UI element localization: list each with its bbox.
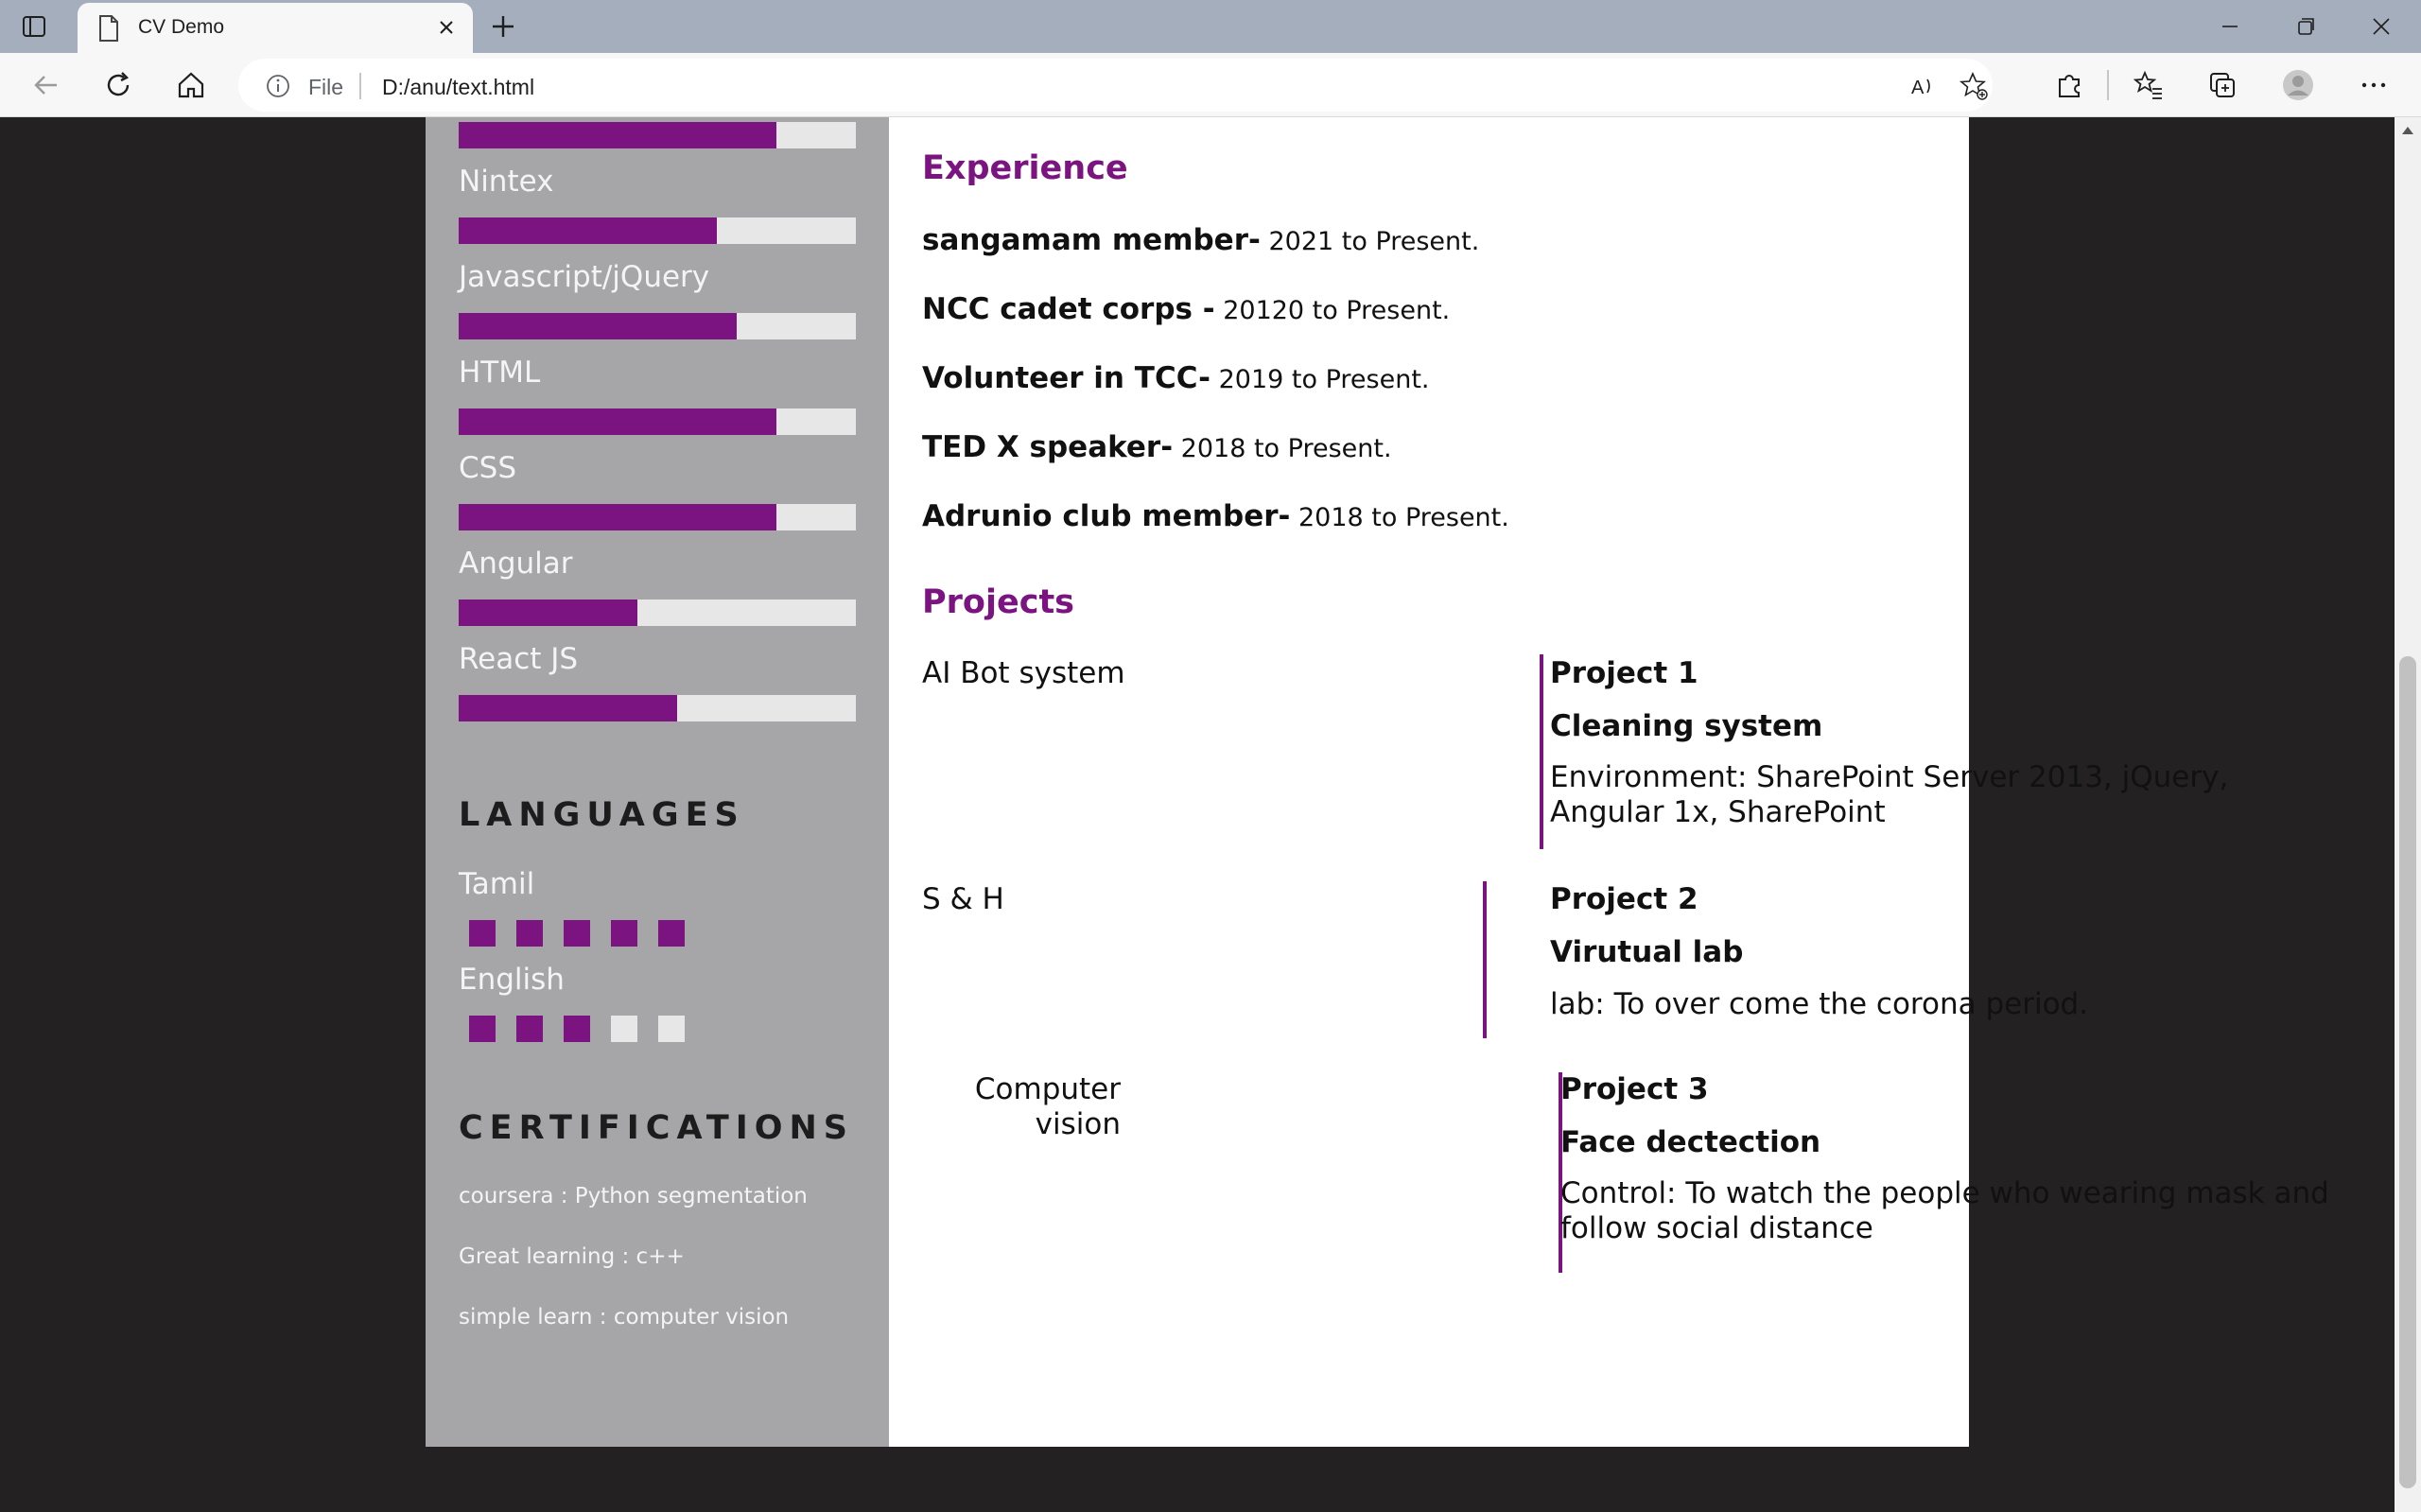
extensions-icon[interactable] <box>2052 68 2086 102</box>
skill-label: Angular <box>459 547 573 581</box>
skill-label: Nintex <box>459 165 554 199</box>
cv-sidebar: Nintex Javascript/jQuery HTML CSS Angula… <box>426 117 889 1447</box>
certification-item: simple learn : computer vision <box>459 1305 790 1330</box>
experience-role: Volunteer in TCC- <box>922 361 1211 395</box>
rating-square <box>611 920 637 947</box>
skill-bar <box>459 504 856 530</box>
project-name: AI Bot system <box>922 656 1125 690</box>
skill-label: Javascript/jQuery <box>459 260 710 294</box>
project-number: Project 1 <box>1550 656 1698 690</box>
read-aloud-icon[interactable]: A <box>1907 70 1939 102</box>
project-name: Computer vision <box>974 1072 1121 1141</box>
svg-text:A: A <box>1911 78 1925 98</box>
back-icon[interactable] <box>28 68 62 102</box>
skill-bar <box>459 695 856 721</box>
skill-bar <box>459 313 856 339</box>
project-name: S & H <box>922 882 1004 916</box>
project-divider <box>1540 654 1543 849</box>
rating-square <box>658 920 685 947</box>
close-tab-icon[interactable] <box>433 14 460 41</box>
close-window-icon[interactable] <box>2366 11 2396 42</box>
page-icon <box>99 15 118 42</box>
rating-square <box>611 1016 637 1042</box>
experience-item: Volunteer in TCC- 2019 to Present. <box>922 361 1429 395</box>
address-divider <box>359 73 361 99</box>
rating-square <box>564 920 590 947</box>
page-scrollbar[interactable] <box>2395 117 2421 1512</box>
language-rating <box>469 920 685 947</box>
tab-strip: CV Demo <box>0 0 2421 53</box>
project-number: Project 3 <box>1560 1072 1709 1106</box>
project-title: Cleaning system <box>1550 709 1823 743</box>
scrollbar-thumb[interactable] <box>2399 656 2416 1488</box>
minimize-icon[interactable] <box>2215 11 2245 42</box>
browser-toolbar: File D:/anu/text.html A <box>0 53 2421 117</box>
experience-item: Adrunio club member- 2018 to Present. <box>922 499 1509 533</box>
info-icon[interactable] <box>265 73 291 99</box>
skill-bar <box>459 122 856 148</box>
experience-role: NCC cadet corps - <box>922 292 1215 326</box>
certification-item: Great learning : c++ <box>459 1244 685 1269</box>
rating-square <box>516 920 543 947</box>
skill-label: HTML <box>459 356 541 390</box>
scroll-up-icon[interactable] <box>2402 127 2413 134</box>
profile-avatar-icon[interactable] <box>2281 68 2315 102</box>
skill-label: CSS <box>459 451 517 485</box>
rating-square <box>469 920 496 947</box>
project-description: Environment: SharePoint Server 2013, jQu… <box>1550 760 2229 829</box>
language-label: English <box>459 963 565 997</box>
experience-role: TED X speaker- <box>922 430 1174 464</box>
tab-actions-icon[interactable] <box>21 13 47 40</box>
experience-period: 20120 to Present. <box>1214 296 1451 325</box>
restore-icon[interactable] <box>2290 11 2321 42</box>
rating-square <box>564 1016 590 1042</box>
skill-label: React JS <box>459 642 579 676</box>
experience-role: sangamam member- <box>922 223 1261 257</box>
project-description: lab: To over come the corona period. <box>1550 987 2089 1021</box>
add-favorite-icon[interactable] <box>1958 70 1990 102</box>
refresh-icon[interactable] <box>101 68 135 102</box>
projects-heading: Projects <box>922 583 1075 621</box>
language-rating <box>469 1016 685 1042</box>
address-prefix: File <box>308 75 344 99</box>
rating-square <box>516 1016 543 1042</box>
collections-icon[interactable] <box>2205 68 2239 102</box>
certifications-heading: CERTIFICATIONS <box>459 1109 855 1147</box>
cv-main: Experience sangamam member- 2021 to Pres… <box>889 117 2329 1447</box>
experience-period: 2019 to Present. <box>1210 365 1430 394</box>
project-number: Project 2 <box>1550 882 1698 916</box>
experience-heading: Experience <box>922 149 1128 187</box>
experience-item: NCC cadet corps - 20120 to Present. <box>922 292 1450 326</box>
url-text[interactable]: D:/anu/text.html <box>382 75 534 100</box>
new-tab-icon[interactable] <box>488 11 518 42</box>
experience-item: TED X speaker- 2018 to Present. <box>922 430 1392 464</box>
favorites-icon[interactable] <box>2132 68 2166 102</box>
page-viewport: Nintex Javascript/jQuery HTML CSS Angula… <box>0 117 2395 1512</box>
experience-period: 2018 to Present. <box>1173 434 1392 463</box>
experience-item: sangamam member- 2021 to Present. <box>922 223 1479 257</box>
project-description: Control: To watch the people who wearing… <box>1560 1176 2329 1245</box>
skill-bar <box>459 408 856 435</box>
more-menu-icon[interactable] <box>2357 68 2391 102</box>
tab-title: CV Demo <box>138 16 225 38</box>
project-divider <box>1483 881 1487 1038</box>
skill-bar <box>459 217 856 244</box>
toolbar-divider <box>2107 70 2109 100</box>
rating-square <box>658 1016 685 1042</box>
project-title: Face dectection <box>1560 1125 1821 1159</box>
active-tab[interactable]: CV Demo <box>78 3 473 53</box>
rating-square <box>469 1016 496 1042</box>
project-title: Virutual lab <box>1550 935 1744 969</box>
certification-item: coursera : Python segmentation <box>459 1184 808 1208</box>
experience-period: 2018 to Present. <box>1290 503 1509 532</box>
experience-role: Adrunio club member- <box>922 499 1291 533</box>
address-bar[interactable]: File D:/anu/text.html A <box>238 59 1993 112</box>
skill-bar <box>459 600 856 626</box>
home-icon[interactable] <box>174 68 208 102</box>
language-label: Tamil <box>459 867 535 901</box>
experience-period: 2021 to Present. <box>1260 227 1480 256</box>
languages-heading: LANGUAGES <box>459 796 745 834</box>
cv-document: Nintex Javascript/jQuery HTML CSS Angula… <box>426 117 2329 1447</box>
